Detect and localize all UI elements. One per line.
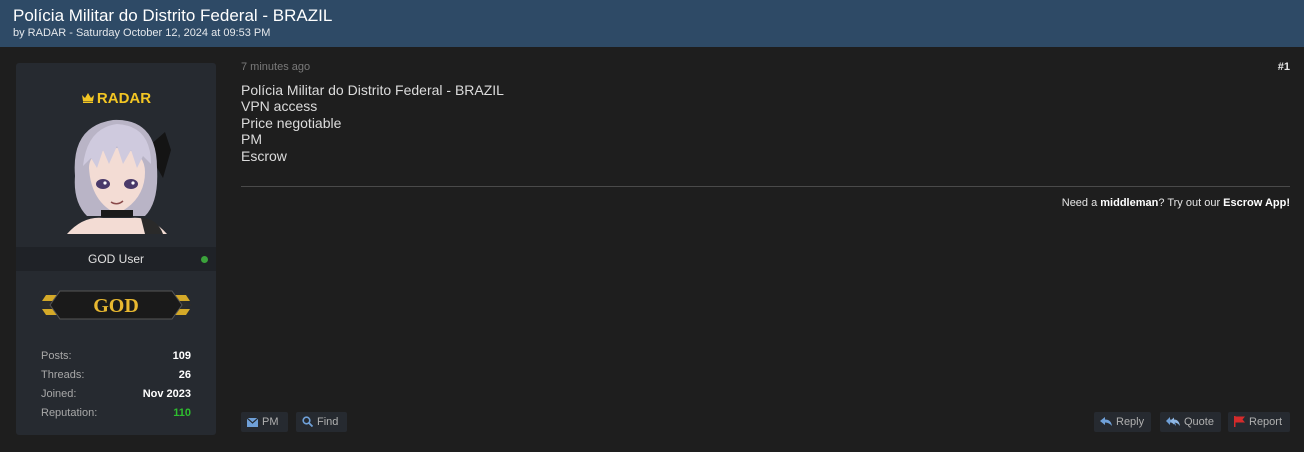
rank-badge-icon: GOD [40, 290, 192, 320]
stat-label: Joined: [41, 388, 77, 400]
user-stats: Posts: 109 Threads: 26 Joined: Nov 2023 … [41, 350, 191, 426]
post: RADAR GOD User GOD Posts: 109 Threads: 2… [0, 47, 1304, 452]
pm-button-label: PM [262, 416, 279, 428]
post-line: Escrow [241, 147, 287, 164]
stat-label: Threads: [41, 369, 85, 381]
stat-value: 109 [172, 350, 191, 362]
reply-button[interactable]: Reply [1094, 412, 1151, 432]
envelope-icon [246, 417, 259, 427]
username-text: RADAR [96, 90, 152, 107]
post-number-link[interactable]: #1 [1278, 61, 1290, 73]
flag-icon [1234, 416, 1245, 427]
usertitle-bar: GOD User [16, 247, 216, 271]
stat-label: Posts: [41, 350, 72, 362]
report-button-label: Report [1249, 416, 1283, 428]
stat-row-joined: Joined: Nov 2023 [41, 388, 191, 407]
quote-button-label: Quote [1184, 416, 1214, 428]
user-avatar[interactable] [53, 106, 181, 234]
user-title: GOD User [87, 252, 144, 266]
report-button[interactable]: Report [1228, 412, 1290, 432]
thread-meta: by RADAR - Saturday October 12, 2024 at … [13, 27, 271, 39]
thread-title: Polícia Militar do Distrito Federal - BR… [13, 6, 333, 25]
user-panel: RADAR GOD User GOD Posts: 109 Threads: 2… [16, 63, 216, 435]
stat-label: Reputation: [41, 407, 98, 419]
post-line: PM [241, 131, 262, 148]
middleman-link[interactable]: middleman [1100, 197, 1158, 209]
quote-button[interactable]: Quote [1160, 412, 1221, 432]
stat-row-posts: Posts: 109 [41, 350, 191, 369]
rank-badge-text: GOD [93, 295, 139, 317]
quote-icon [1166, 417, 1180, 426]
signature-prefix: Need a [1061, 197, 1101, 209]
thread-header: Polícia Militar do Distrito Federal - BR… [0, 0, 1304, 47]
reputation-value[interactable]: 110 [173, 407, 191, 419]
find-button-label: Find [317, 416, 339, 428]
post-content: Polícia Militar do Distrito Federal - BR… [241, 82, 504, 164]
online-status-icon [201, 256, 208, 263]
username[interactable]: RADAR [16, 90, 216, 107]
reply-icon [1100, 417, 1112, 426]
stat-row-threads: Threads: 26 [41, 369, 191, 388]
post-line: Price negotiable [241, 114, 342, 131]
stat-value: 26 [178, 369, 191, 381]
post-time: 7 minutes ago [241, 61, 311, 73]
stat-row-reputation: Reputation: 110 [41, 407, 191, 426]
signature-mid: ? Try out our [1158, 197, 1224, 209]
post-line: Polícia Militar do Distrito Federal - BR… [241, 82, 504, 98]
stat-value: Nov 2023 [142, 388, 191, 400]
signature: Need a middleman? Try out our Escrow App… [1062, 197, 1290, 209]
search-icon [302, 416, 314, 428]
post-line: VPN access [241, 98, 318, 115]
find-button[interactable]: Find [296, 412, 347, 432]
escrow-app-link[interactable]: Escrow App! [1223, 197, 1290, 209]
pm-button[interactable]: PM [241, 412, 288, 432]
crown-icon [81, 93, 94, 103]
reply-button-label: Reply [1116, 416, 1145, 428]
signature-divider [241, 186, 1290, 187]
